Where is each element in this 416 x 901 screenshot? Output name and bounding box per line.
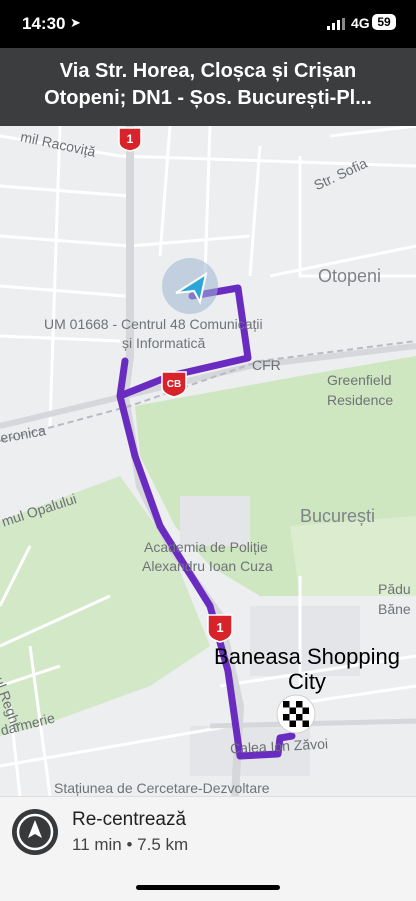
road-shield-dn1-top: 1	[117, 126, 143, 157]
checkered-flag-icon[interactable]	[283, 701, 309, 727]
recenter-title[interactable]: Re-centrează	[72, 809, 186, 831]
eta-distance: 11 min • 7.5 km	[72, 835, 189, 854]
route-banner-line1: Via Str. Horea, Cloșca și Crișan	[59, 60, 357, 82]
route-banner-line2: Otopeni; DN1 - Șos. București-Pl...	[44, 87, 372, 109]
shield-dn1-top-label: 1	[127, 132, 134, 146]
bottom-panel: Re-centrează 11 min • 7.5 km	[0, 796, 416, 901]
destination-label[interactable]: Baneasa Shopping City	[203, 644, 411, 694]
location-arrow-icon: ➤	[70, 15, 81, 30]
shield-cb-label: CB	[167, 379, 181, 390]
clock: 14:30	[22, 14, 66, 33]
road-shield-dn1-mid: 1	[206, 613, 234, 648]
compass-arrow-icon	[16, 813, 54, 851]
district-label-bucuresti: București	[300, 506, 376, 526]
route-banner[interactable]: Via Str. Horea, Cloșca și Crișan Otopeni…	[0, 48, 416, 126]
label-cfr: CFR	[252, 357, 281, 373]
poi-label-bane: Băne	[378, 601, 411, 617]
poi-label-um-2: și Informatică	[122, 335, 206, 351]
poi-label-padu: Pădu	[378, 581, 411, 597]
district-label-otopeni: Otopeni	[318, 266, 382, 286]
map-canvas[interactable]	[0, 124, 416, 797]
recenter-button[interactable]	[12, 809, 58, 855]
poi-label-academia-2: Alexandru Ioan Cuza	[142, 558, 273, 574]
network-type: 4G	[351, 15, 370, 31]
road-shield-cb: CB	[160, 370, 188, 403]
shield-dn1-mid-label: 1	[216, 620, 223, 635]
destination-label-line1: Baneasa Shopping	[214, 644, 400, 669]
poi-label-greenfield-2: Residence	[327, 392, 394, 408]
status-bar: 14:30 ➤ 4G 59	[0, 0, 416, 48]
poi-label-greenfield: Greenfield	[327, 372, 392, 388]
map-view[interactable]: 1 CB 1 mil Racoviță Str. Sofia Otopeni U…	[0, 124, 416, 797]
cellular-signal-icon	[327, 18, 345, 30]
destination-label-line2: City	[288, 669, 326, 694]
poi-label-academia: Academia de Poliție	[144, 539, 268, 555]
home-indicator[interactable]	[136, 885, 280, 890]
battery-level: 59	[372, 14, 396, 30]
poi-label-statiunea: Stațiunea de Cercetare-Dezvoltare	[54, 780, 270, 796]
poi-label-um: UM 01668 - Centrul 48 Comunicații	[44, 316, 263, 332]
